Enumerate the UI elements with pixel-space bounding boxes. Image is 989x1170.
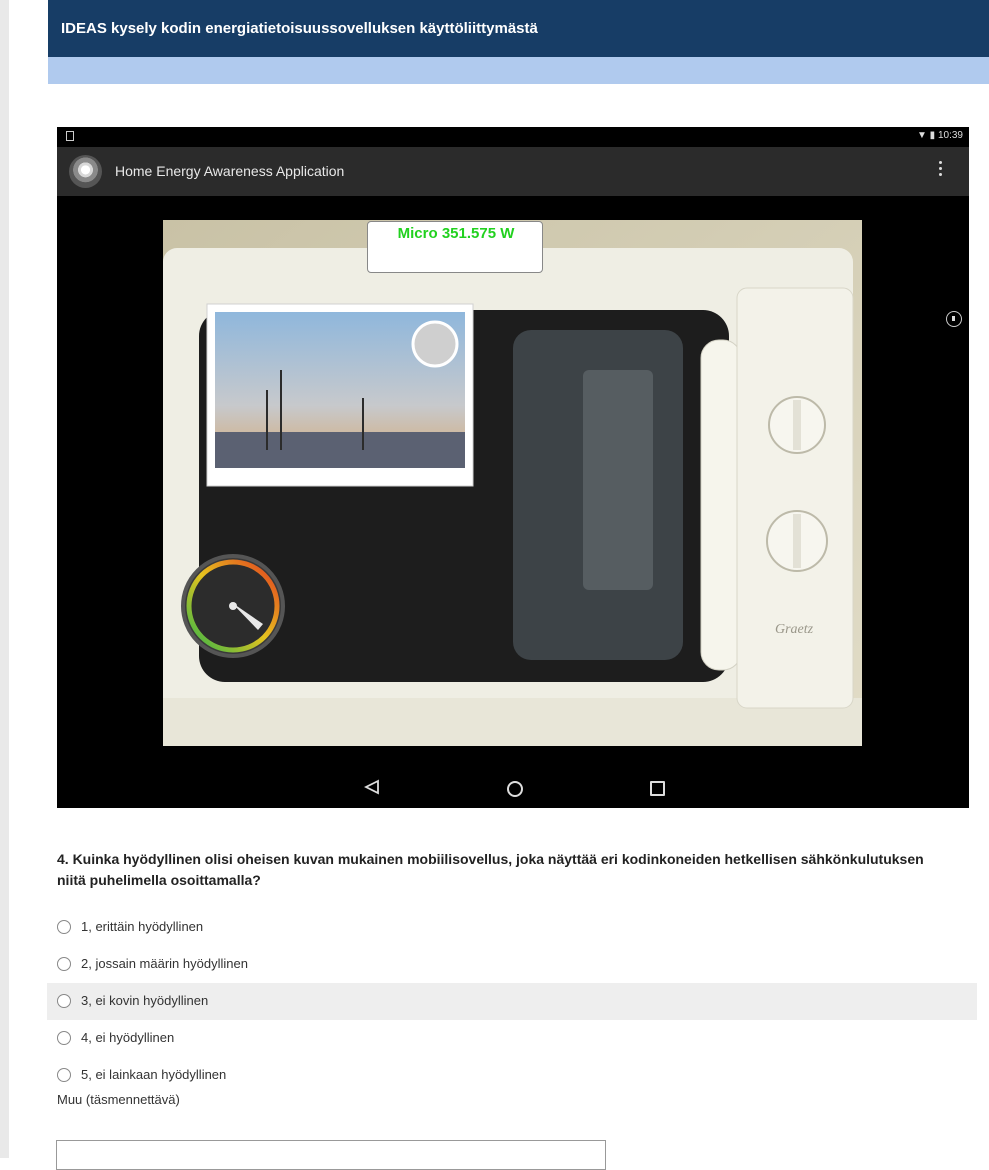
survey-subheader: [48, 57, 989, 84]
phone-status-bar: ▼ ▮ 10:39: [57, 127, 969, 147]
option-4[interactable]: 4, ei hyödyllinen: [47, 1020, 977, 1057]
other-label: Muu (täsmennettävä): [57, 1092, 180, 1107]
option-label: 5, ei lainkaan hyödyllinen: [81, 1067, 227, 1082]
option-label: 4, ei hyödyllinen: [81, 1030, 175, 1045]
app-logo-icon: [69, 155, 102, 188]
option-label: 3, ei kovin hyödyllinen: [81, 993, 209, 1008]
survey-title: IDEAS kysely kodin energiatietoisuussove…: [61, 20, 538, 37]
answer-options: 1, erittäin hyödyllinen 2, jossain määri…: [47, 909, 977, 1094]
home-icon[interactable]: [507, 781, 523, 797]
notification-icon: [66, 131, 74, 141]
radio-button[interactable]: [57, 1031, 71, 1045]
power-readout-label: Micro 351.575 W: [367, 221, 543, 273]
side-info-button[interactable]: [946, 311, 962, 327]
app-action-bar: Home Energy Awareness Application: [57, 147, 969, 196]
radio-button[interactable]: [57, 994, 71, 1008]
option-label: 1, erittäin hyödyllinen: [81, 919, 204, 934]
option-1[interactable]: 1, erittäin hyödyllinen: [47, 909, 977, 946]
option-3[interactable]: 3, ei kovin hyödyllinen: [47, 983, 977, 1020]
question-text: 4. Kuinka hyödyllinen olisi oheisen kuva…: [57, 851, 924, 888]
recent-apps-icon[interactable]: [650, 781, 665, 796]
radio-button[interactable]: [57, 957, 71, 971]
overflow-menu-icon: [939, 161, 943, 181]
option-label: 2, jossain määrin hyödyllinen: [81, 956, 248, 971]
camera-view: Graetz: [163, 220, 862, 746]
option-2[interactable]: 2, jossain määrin hyödyllinen: [47, 946, 977, 983]
svg-text:Graetz: Graetz: [775, 622, 814, 637]
status-time: ▼ ▮ 10:39: [917, 130, 963, 141]
option-5[interactable]: 5, ei lainkaan hyödyllinen: [47, 1057, 977, 1094]
radio-button[interactable]: [57, 1068, 71, 1082]
survey-header: IDEAS kysely kodin energiatietoisuussove…: [48, 0, 989, 57]
left-rail: [0, 0, 9, 1158]
radio-button[interactable]: [57, 920, 71, 934]
app-name: Home Energy Awareness Application: [115, 163, 345, 179]
back-icon[interactable]: [364, 779, 380, 795]
android-nav-bar: [57, 769, 969, 808]
microwave-photo: Graetz: [163, 220, 862, 746]
other-text-input[interactable]: [56, 1140, 606, 1170]
